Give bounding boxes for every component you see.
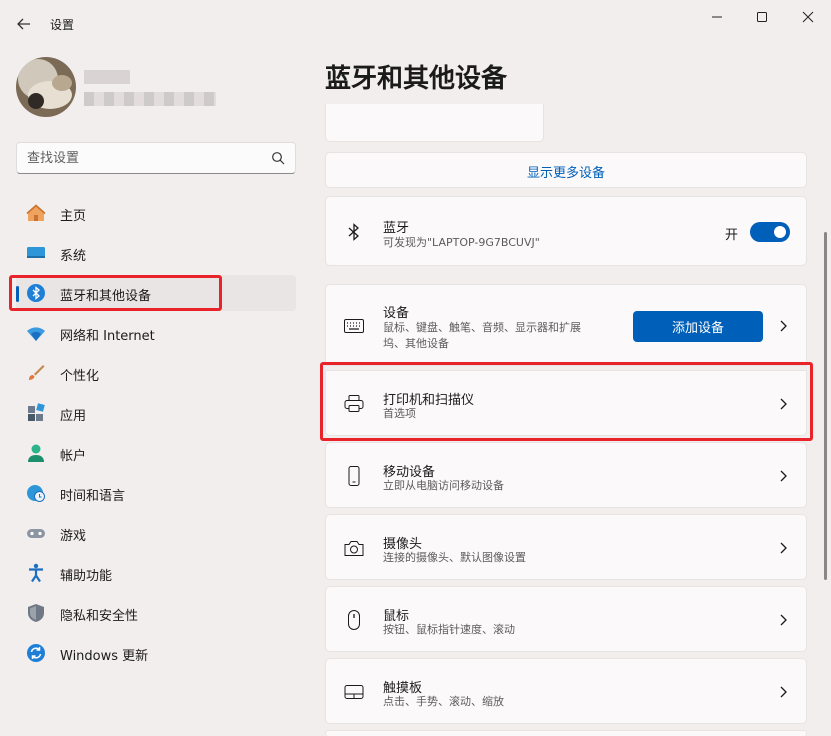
item-subtitle: 连接的摄像头、默认图像设置 <box>383 551 526 564</box>
item-subtitle: 按钮、鼠标指针速度、滚动 <box>383 623 515 636</box>
back-button[interactable] <box>14 14 34 34</box>
wifi-icon <box>27 327 45 341</box>
sidebar-item-gaming[interactable]: 游戏 <box>16 515 296 551</box>
back-arrow-icon <box>17 18 30 30</box>
user-name-blurred <box>84 70 130 84</box>
show-more-label: 显示更多设备 <box>526 166 605 181</box>
bluetooth-icon <box>348 223 359 241</box>
sidebar-item-home[interactable]: 主页 <box>16 195 296 231</box>
chevron-right-icon[interactable] <box>778 541 788 555</box>
sidebar-item-label: 隐私和安全性 <box>60 609 139 624</box>
show-more-devices-button[interactable]: 显示更多设备 <box>325 152 807 188</box>
app-title: 设置 <box>50 18 75 32</box>
phone-icon <box>348 466 360 486</box>
keyboard-icon <box>344 319 364 333</box>
devices-card[interactable]: 设备 鼠标、键盘、触笔、音频、显示器和扩展 坞、其他设备 添加设备 <box>325 284 807 366</box>
sidebar-item-label: 应用 <box>60 409 87 424</box>
sidebar-item-privacy[interactable]: 隐私和安全性 <box>16 595 296 631</box>
sidebar-nav: 主页 系统 蓝牙和其他设备 网络和 Internet 个性化 应用 帐户 时间和… <box>16 195 296 675</box>
sidebar-item-apps[interactable]: 应用 <box>16 395 296 431</box>
mouse-item[interactable]: 鼠标 按钮、鼠标指针速度、滚动 <box>325 586 807 652</box>
sidebar-item-label: 时间和语言 <box>60 489 126 504</box>
minimize-icon <box>712 16 722 18</box>
apps-icon <box>28 403 45 421</box>
avatar[interactable] <box>16 57 76 117</box>
touchpad-icon <box>344 685 364 699</box>
chevron-right-icon[interactable] <box>778 613 788 627</box>
avatar-photo-icon <box>16 57 76 117</box>
devices-subtitle-line1: 鼠标、键盘、触笔、音频、显示器和扩展 <box>383 321 581 334</box>
search-box[interactable] <box>16 142 296 174</box>
paintbrush-icon <box>29 365 45 380</box>
toggle-knob <box>774 226 786 238</box>
sidebar-item-accessibility[interactable]: 辅助功能 <box>16 555 296 591</box>
chevron-right-icon[interactable] <box>778 685 788 699</box>
sidebar-item-accounts[interactable]: 帐户 <box>16 435 296 471</box>
sidebar-item-label: 系统 <box>60 249 87 264</box>
sidebar-item-label: Windows 更新 <box>60 649 149 664</box>
chevron-right-icon[interactable] <box>778 469 788 483</box>
maximize-button[interactable] <box>749 6 775 28</box>
sidebar-item-label: 帐户 <box>60 449 87 464</box>
close-button[interactable] <box>795 6 821 28</box>
globe-clock-icon <box>27 485 45 502</box>
sidebar-item-label: 辅助功能 <box>60 569 113 584</box>
sidebar-item-personalization[interactable]: 个性化 <box>16 355 296 391</box>
toggle-state-label: 开 <box>724 228 738 243</box>
mobile-devices-item[interactable]: 移动设备 立即从电脑访问移动设备 <box>325 442 807 508</box>
title-bar: 设置 <box>0 0 831 48</box>
maximize-icon <box>757 12 767 22</box>
sidebar-item-windows-update[interactable]: Windows 更新 <box>16 635 296 671</box>
close-icon <box>802 11 814 23</box>
bluetooth-card: 蓝牙 可发现为"LAPTOP-9G7BCUVJ" 开 <box>325 196 807 266</box>
bluetooth-toggle[interactable] <box>750 222 790 242</box>
bluetooth-subtitle: 可发现为"LAPTOP-9G7BCUVJ" <box>383 236 540 249</box>
highlight-box-printers <box>320 362 813 441</box>
camera-icon <box>344 541 364 556</box>
shield-icon <box>28 604 44 622</box>
sidebar-item-label: 网络和 Internet <box>60 329 155 344</box>
sidebar-item-time-language[interactable]: 时间和语言 <box>16 475 296 511</box>
user-email-blurred <box>84 92 216 106</box>
touchpad-item[interactable]: 触摸板 点击、手势、滚动、缩放 <box>325 658 807 724</box>
sidebar-item-label: 个性化 <box>60 369 100 384</box>
sidebar-item-label: 主页 <box>60 209 87 224</box>
monitor-icon <box>27 247 45 258</box>
accessibility-icon <box>29 563 43 583</box>
sidebar-item-label: 游戏 <box>60 529 87 544</box>
search-icon[interactable] <box>271 151 285 165</box>
item-subtitle: 点击、手势、滚动、缩放 <box>383 695 504 708</box>
next-item-partial[interactable] <box>325 730 807 736</box>
add-device-button[interactable]: 添加设备 <box>633 311 763 342</box>
sidebar-item-system[interactable]: 系统 <box>16 235 296 271</box>
home-icon <box>26 204 46 221</box>
highlight-box-nav <box>9 275 222 311</box>
sidebar-item-network[interactable]: 网络和 Internet <box>16 315 296 351</box>
device-card-partial[interactable] <box>325 104 544 142</box>
gamepad-icon <box>27 529 45 538</box>
mouse-icon <box>348 610 360 630</box>
bluetooth-title: 蓝牙 <box>383 221 410 236</box>
devices-title: 设备 <box>383 306 410 321</box>
person-icon <box>28 444 44 462</box>
devices-subtitle-line2: 坞、其他设备 <box>383 337 449 350</box>
page-title: 蓝牙和其他设备 <box>325 64 508 94</box>
scrollbar[interactable] <box>824 232 827 580</box>
sync-icon <box>27 644 45 662</box>
chevron-right-icon[interactable] <box>778 319 788 333</box>
search-input[interactable] <box>27 143 267 173</box>
camera-item[interactable]: 摄像头 连接的摄像头、默认图像设置 <box>325 514 807 580</box>
minimize-button[interactable] <box>704 6 730 28</box>
item-subtitle: 立即从电脑访问移动设备 <box>383 479 504 492</box>
